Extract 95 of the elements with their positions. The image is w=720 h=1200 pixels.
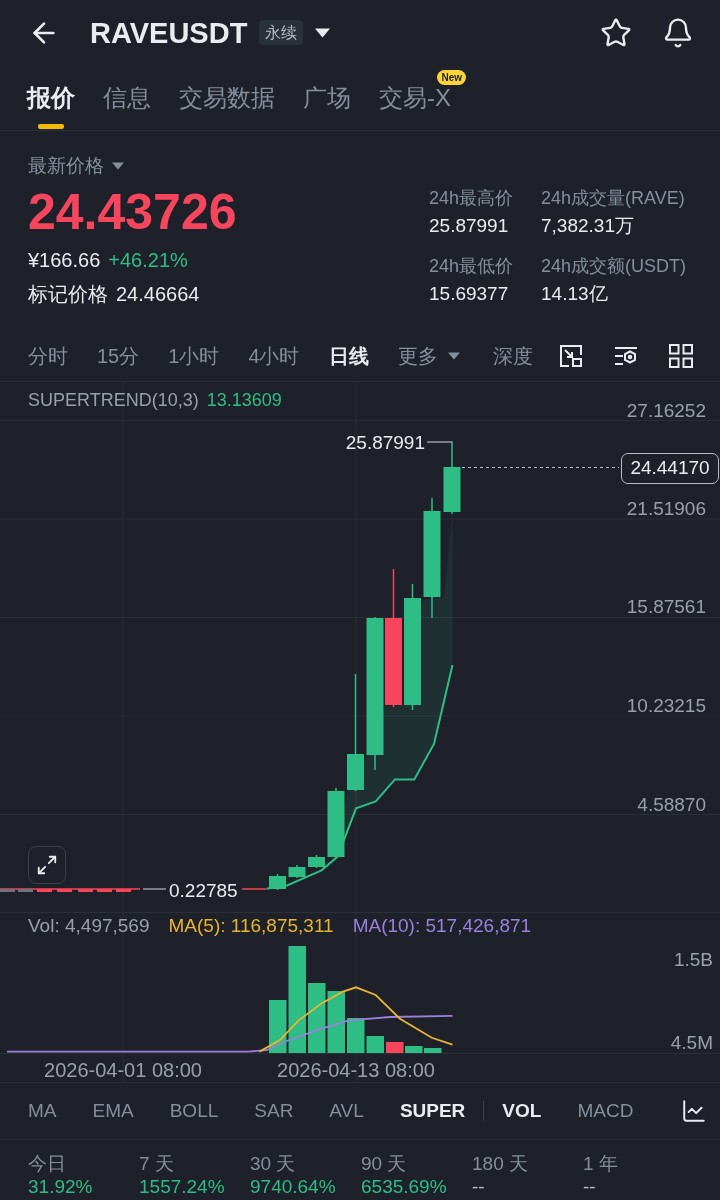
stat-label: 24h最低价 bbox=[429, 255, 514, 277]
bell-icon bbox=[662, 16, 694, 49]
fullscreen-button[interactable] bbox=[28, 846, 66, 884]
page-tab[interactable]: 报价 bbox=[27, 86, 75, 130]
star-icon bbox=[600, 16, 632, 49]
chart-mode-button[interactable] bbox=[559, 343, 583, 368]
interval-tab[interactable]: 1小时 bbox=[168, 343, 220, 368]
favorite-button[interactable] bbox=[600, 16, 632, 49]
indicator-name: SUPERTREND(10,3) bbox=[28, 389, 199, 411]
period-change: 31.92% bbox=[28, 1175, 93, 1199]
arrow-box-icon bbox=[559, 343, 583, 368]
period-change: 6535.69% bbox=[361, 1175, 447, 1199]
period-label: 1 年 bbox=[583, 1153, 618, 1175]
stat-value: 14.13亿 bbox=[541, 283, 608, 305]
period-label: 7 天 bbox=[139, 1153, 174, 1175]
period-change: -- bbox=[472, 1175, 485, 1199]
indicator-tab[interactable]: AVL bbox=[329, 1099, 364, 1123]
date-axis-label: 2026-04-13 08:00 bbox=[277, 1059, 435, 1081]
indicator-tab[interactable]: VOL bbox=[502, 1099, 542, 1123]
leader-line bbox=[426, 441, 454, 443]
stat-label: 24h成交量(RAVE) bbox=[541, 187, 685, 209]
stat-value: 25.87991 bbox=[429, 215, 509, 237]
ma5-label: MA(5): 116,875,311 bbox=[168, 915, 334, 937]
indicator-value: 13.13609 bbox=[206, 389, 282, 411]
period-label: 今日 bbox=[28, 1153, 66, 1175]
interval-tab[interactable]: 15分 bbox=[97, 343, 140, 368]
price-axis-label: 4.58870 bbox=[637, 794, 706, 816]
candle bbox=[78, 889, 93, 892]
candle bbox=[57, 889, 72, 892]
alert-button[interactable] bbox=[662, 16, 694, 49]
price-axis-label: 21.51906 bbox=[626, 498, 706, 520]
candle bbox=[327, 787, 345, 859]
price-change: +46.21% bbox=[108, 248, 188, 272]
candle bbox=[269, 873, 286, 891]
candle bbox=[116, 889, 131, 892]
mark-price-label: 标记价格 bbox=[28, 282, 108, 306]
layout-button[interactable] bbox=[669, 343, 693, 368]
candle bbox=[308, 854, 325, 869]
symbol-title: RAVEUSDT bbox=[90, 15, 248, 50]
date-axis-label: 2026-04-01 08:00 bbox=[44, 1059, 202, 1081]
ma10-label: MA(10): 517,426,871 bbox=[352, 915, 532, 937]
indicator-tab[interactable]: SUPER bbox=[399, 1099, 466, 1123]
stat-label: 24h最高价 bbox=[429, 187, 514, 209]
period-label: 180 天 bbox=[472, 1153, 528, 1175]
period-label: 30 天 bbox=[250, 1153, 296, 1175]
high-price-label: 25.87991 bbox=[345, 432, 425, 454]
page-tab[interactable]: 交易数据 bbox=[179, 86, 275, 130]
price-axis-label: 27.16252 bbox=[626, 400, 706, 422]
volume-label: Vol: 4,497,569 bbox=[28, 915, 150, 937]
low-price-label: 0.22785 bbox=[169, 880, 238, 902]
contract-badge: 永续 bbox=[259, 20, 304, 45]
fiat-price: ¥166.66 bbox=[28, 248, 101, 272]
candle bbox=[0, 889, 15, 892]
last-price-tag: 24.44170 bbox=[621, 453, 719, 484]
candle bbox=[18, 889, 33, 892]
period-change: 1557.24% bbox=[139, 1175, 225, 1199]
last-price: 24.43726 bbox=[28, 187, 237, 237]
indicator-tab[interactable]: EMA bbox=[92, 1099, 134, 1123]
new-badge: New bbox=[437, 70, 466, 85]
volume-axis-label: 1.5B bbox=[673, 949, 713, 971]
caret-icon bbox=[447, 351, 460, 360]
page-tab[interactable]: 广场 bbox=[303, 86, 351, 130]
price-axis-label: 15.87561 bbox=[626, 596, 706, 618]
leader-line bbox=[142, 888, 167, 890]
stat-value: 7,382.31万 bbox=[541, 215, 634, 237]
caret-icon[interactable] bbox=[315, 27, 331, 38]
stat-value: 15.69377 bbox=[429, 283, 509, 305]
indicator-tab[interactable]: MA bbox=[28, 1099, 57, 1123]
expand-icon bbox=[36, 854, 58, 876]
volume-bar bbox=[308, 983, 326, 1053]
page-tab[interactable]: 交易-X bbox=[379, 86, 451, 130]
period-label: 90 天 bbox=[361, 1153, 407, 1175]
volume-bar bbox=[327, 991, 345, 1053]
line-chart-icon bbox=[681, 1098, 707, 1124]
indicator-tab[interactable]: MACD bbox=[577, 1099, 634, 1123]
candle bbox=[37, 889, 52, 892]
volume-axis-label: 4.5M bbox=[670, 1032, 713, 1054]
page-tab[interactable]: 信息 bbox=[103, 86, 151, 130]
period-change: -- bbox=[583, 1175, 596, 1199]
interval-tab[interactable]: 更多 bbox=[397, 343, 460, 368]
price-label: 最新价格 bbox=[28, 155, 104, 177]
depth-tab[interactable]: 深度 bbox=[493, 343, 533, 368]
interval-tab[interactable]: 分时 bbox=[28, 343, 68, 368]
grid-icon bbox=[669, 343, 693, 368]
period-change: 9740.64% bbox=[250, 1175, 336, 1199]
candle bbox=[288, 864, 306, 879]
price-axis-label: 10.23215 bbox=[626, 695, 706, 717]
indicator-tab[interactable]: BOLL bbox=[169, 1099, 219, 1123]
indicator-menu-button[interactable] bbox=[681, 1098, 707, 1124]
candle bbox=[97, 889, 112, 892]
indicator-tab[interactable]: SAR bbox=[254, 1099, 294, 1123]
mark-price: 24.46664 bbox=[116, 282, 200, 306]
interval-tab[interactable]: 日线 bbox=[328, 343, 369, 368]
stat-label: 24h成交额(USDT) bbox=[541, 255, 687, 277]
interval-tab[interactable]: 4小时 bbox=[248, 343, 300, 368]
